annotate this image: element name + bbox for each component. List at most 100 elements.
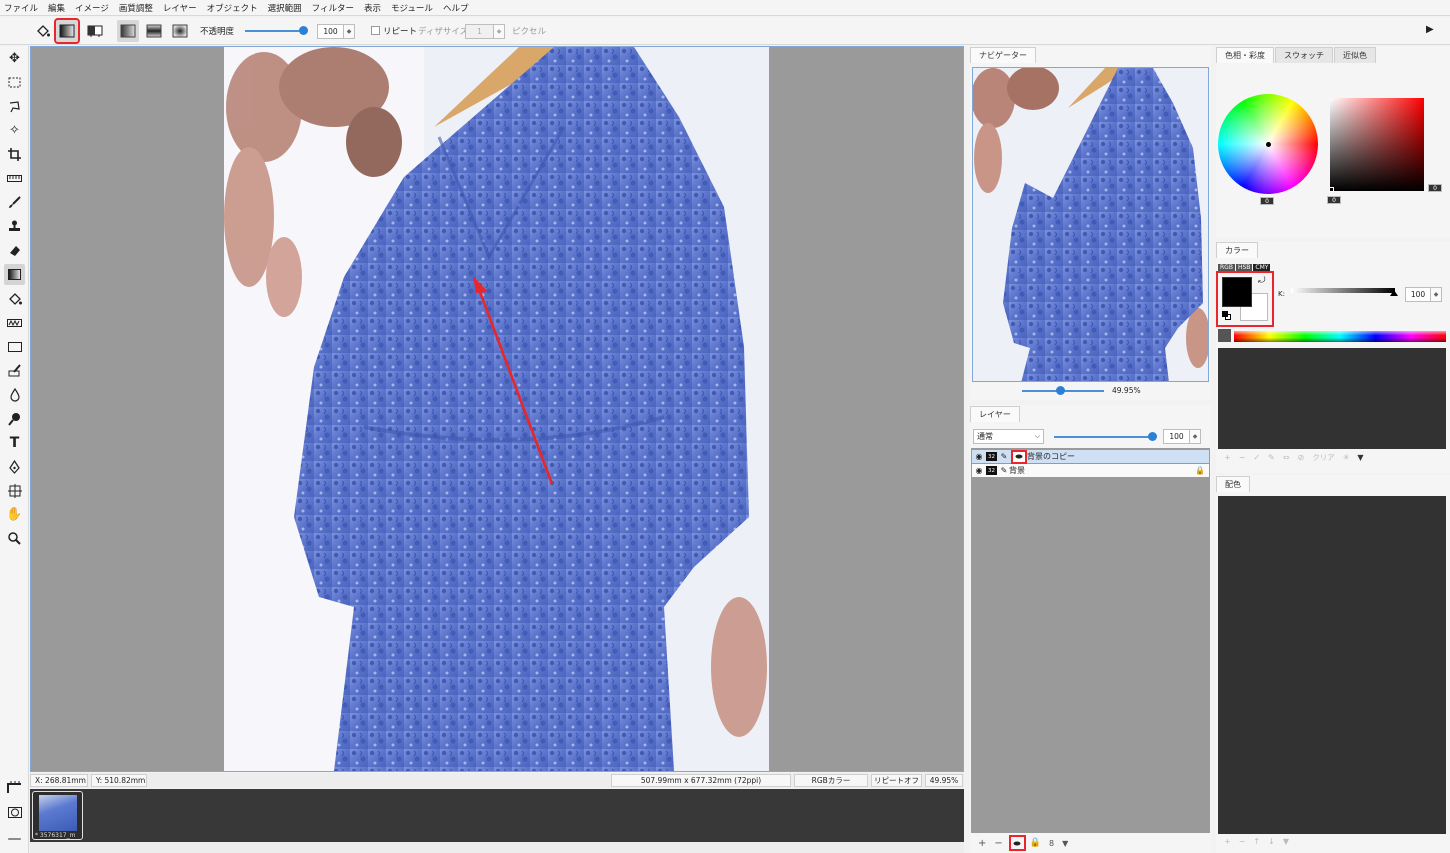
linear-gradient-button[interactable] [117, 20, 139, 42]
selection-mode-icon[interactable] [4, 802, 25, 823]
opacity-stepper[interactable]: ◆ [344, 24, 355, 39]
layer-menu-icon[interactable]: ▼ [1062, 839, 1068, 848]
menu-edit[interactable]: 編集 [48, 2, 65, 14]
transform-icon[interactable] [4, 480, 25, 501]
menu-object[interactable]: オブジェクト [207, 2, 258, 14]
saturation-brightness-square[interactable] [1329, 98, 1424, 192]
document-image[interactable] [224, 47, 769, 771]
check-icon[interactable]: ✓ [1253, 453, 1260, 462]
eraser-icon[interactable] [4, 240, 25, 261]
menu-select[interactable]: 選択範囲 [268, 2, 302, 14]
hue-picker[interactable] [1266, 142, 1271, 147]
brush-icon[interactable] [4, 192, 25, 213]
move-icon[interactable]: ✥ [4, 48, 25, 69]
delete-layer-icon[interactable]: − [994, 838, 1002, 849]
layer-mask-icon[interactable] [1011, 449, 1027, 464]
menu-view[interactable]: 表示 [364, 2, 381, 14]
menu-layer[interactable]: レイヤー [163, 2, 197, 14]
lock-layer-icon[interactable]: 🔒 [1030, 838, 1041, 848]
channel-slider-knob[interactable] [1390, 290, 1398, 296]
move-up-icon[interactable]: ↑ [1253, 837, 1260, 846]
sb-picker[interactable] [1329, 187, 1334, 192]
default-colors-icon[interactable] [1222, 311, 1231, 320]
edit-swatch-icon[interactable]: ✎ [1268, 453, 1275, 462]
drop-icon[interactable] [4, 384, 25, 405]
rect-select-icon[interactable] [4, 72, 25, 93]
channel-stepper[interactable]: ◆ [1431, 287, 1442, 302]
gradient-editor-button[interactable] [84, 20, 106, 42]
layer-opacity-knob[interactable] [1148, 432, 1157, 441]
pen-icon[interactable] [4, 456, 25, 477]
remove-palette-icon[interactable]: − [1239, 837, 1246, 846]
menu-module[interactable]: モジュール [391, 2, 433, 14]
swatch-history[interactable] [1218, 348, 1446, 449]
no-color-swatch[interactable] [1218, 329, 1231, 342]
swap-colors-icon[interactable]: ⤾ [1258, 276, 1266, 286]
hue-wheel[interactable] [1218, 94, 1318, 194]
menu-help[interactable]: ヘルプ [443, 2, 469, 14]
ruler-icon[interactable] [4, 168, 25, 189]
zoom-status[interactable]: 49.95% [925, 774, 963, 787]
tab-navigator[interactable]: ナビゲーター [970, 47, 1036, 63]
menu-filter[interactable]: フィルター [312, 2, 354, 14]
dither-size-input[interactable]: 1 [465, 24, 494, 39]
foreground-color-swatch[interactable] [1222, 277, 1252, 307]
hand-icon[interactable]: ✋ [4, 504, 25, 525]
radial-gradient-button[interactable] [169, 20, 191, 42]
clear-label[interactable]: クリア [1312, 452, 1335, 463]
navigator-zoom-slider[interactable] [1022, 386, 1104, 395]
repeat-checkbox[interactable] [371, 26, 380, 35]
stamp-icon[interactable] [4, 216, 25, 237]
menu-file[interactable]: ファイル [4, 2, 38, 14]
lasso-icon[interactable] [4, 96, 25, 117]
rectangle-shape-icon[interactable] [4, 336, 25, 357]
opacity-slider[interactable] [245, 26, 308, 35]
add-mask-button[interactable] [1008, 835, 1026, 851]
layer-row[interactable]: ◉ 32 ✎ 背景 🔒 [972, 464, 1209, 477]
minimize-icon[interactable]: — [4, 828, 25, 849]
channel-input[interactable]: 100 [1405, 287, 1431, 302]
palette-area[interactable] [1218, 496, 1446, 834]
text-icon[interactable]: T [4, 432, 25, 453]
magic-wand-icon[interactable]: ✧ [4, 120, 25, 141]
reflected-gradient-button[interactable] [143, 20, 165, 42]
layer-opacity-input[interactable]: 100 [1163, 429, 1190, 444]
retouch-icon[interactable] [4, 360, 25, 381]
blend-mode-select[interactable]: 通常 ⌵ [973, 429, 1044, 444]
dither-size-stepper[interactable]: ◆ [494, 24, 505, 39]
remove-swatch-icon[interactable]: − [1239, 453, 1246, 462]
channel-slider[interactable] [1291, 288, 1398, 296]
opacity-input[interactable]: 100 [317, 24, 344, 39]
tab-hue-saturation[interactable]: 色相・彩度 [1216, 47, 1274, 63]
panel-collapse-icon[interactable]: ▶ [1426, 24, 1434, 35]
crop-icon[interactable] [4, 144, 25, 165]
gradient-fill-button[interactable] [54, 18, 80, 44]
menu-image[interactable]: イメージ [75, 2, 109, 14]
layer-row[interactable]: ◉ 32 ✎ 背景のコピー [972, 449, 1209, 464]
spectrum-bar[interactable] [1234, 331, 1446, 342]
navigator-preview[interactable] [972, 67, 1209, 382]
document-thumbnail[interactable]: * 3576317_m [32, 791, 83, 840]
tab-similar-colors[interactable]: 近似色 [1334, 47, 1376, 63]
palette-menu-icon[interactable]: ▼ [1283, 837, 1289, 846]
link-icon[interactable]: ⇔ [1283, 453, 1290, 462]
fill-bucket-icon[interactable] [4, 288, 25, 309]
mode-rgb[interactable]: RGB [1218, 264, 1235, 271]
gradient-icon[interactable] [4, 264, 25, 285]
pencil-icon[interactable]: ✎ [999, 466, 1009, 476]
ban-icon[interactable]: ⊘ [1298, 453, 1305, 462]
tab-color[interactable]: カラー [1216, 242, 1258, 258]
move-down-icon[interactable]: ↓ [1268, 837, 1275, 846]
tab-layers[interactable]: レイヤー [970, 406, 1020, 422]
add-palette-icon[interactable]: + [1224, 837, 1231, 846]
navigator-zoom-knob[interactable] [1056, 386, 1065, 395]
color-mode-status[interactable]: RGBカラー [794, 774, 868, 787]
quick-mask-icon[interactable] [4, 777, 25, 798]
repeat-status[interactable]: リピートオフ [871, 774, 922, 787]
canvas-area[interactable] [30, 46, 964, 772]
tab-swatches[interactable]: スウォッチ [1275, 47, 1333, 63]
smudge-icon[interactable] [4, 312, 25, 333]
dodge-icon[interactable] [4, 408, 25, 429]
eye-icon[interactable]: ◉ [974, 466, 984, 476]
layer-opacity-stepper[interactable]: ◆ [1190, 429, 1201, 444]
